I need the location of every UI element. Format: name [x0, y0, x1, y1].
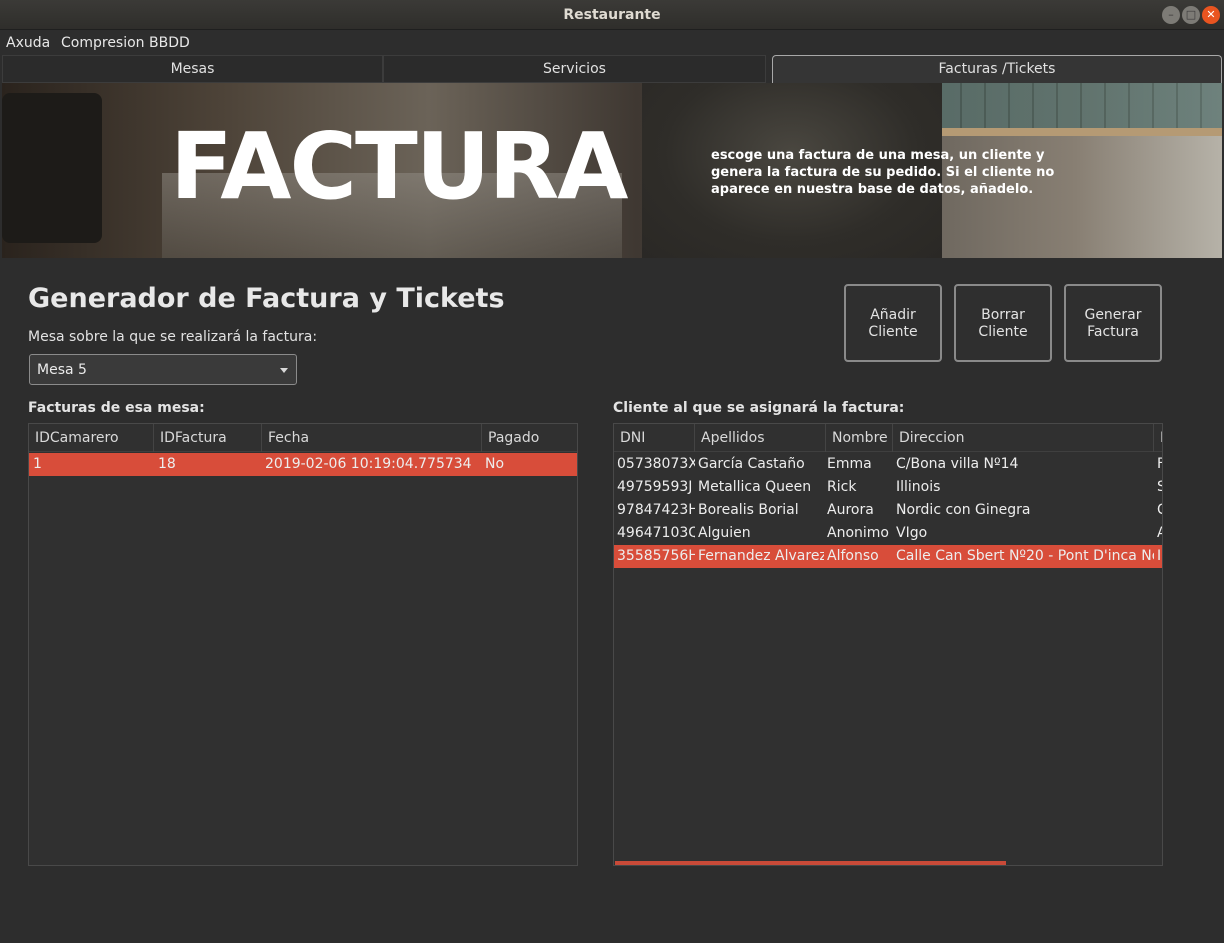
cell-apellidos: Borealis Borial	[698, 502, 799, 518]
facturas-label: Facturas de esa mesa:	[28, 400, 205, 416]
cell-idcamarero: 1	[33, 456, 42, 472]
chevron-down-icon	[280, 368, 288, 373]
column-header-fecha[interactable]: Fecha	[262, 424, 482, 452]
facturas-table[interactable]: IDCamarero IDFactura Fecha Pagado 1 18 2…	[28, 423, 578, 866]
column-header-pagado[interactable]: Pagado	[482, 424, 577, 452]
tab-bar: Mesas Servicios Facturas /Tickets	[0, 55, 1224, 83]
add-client-label-2: Cliente	[868, 324, 918, 340]
column-header-direccion[interactable]: Direccion	[893, 424, 1154, 452]
table-row[interactable]: 35585756H Fernandez Alvarez Alfonso Call…	[614, 545, 1162, 568]
cell-truncated: I	[1157, 548, 1162, 564]
facturas-table-header: IDCamarero IDFactura Fecha Pagado	[29, 424, 577, 452]
cell-idfactura: 18	[158, 456, 176, 472]
clientes-table[interactable]: DNI Apellidos Nombre Direccion I 0573807…	[613, 423, 1163, 866]
cell-dni: 49647103Q	[617, 525, 695, 541]
cell-nombre: Alfonso	[827, 548, 879, 564]
cell-fecha: 2019-02-06 10:19:04.775734	[265, 456, 472, 472]
table-row[interactable]: 49759593J Metallica Queen Rick Illinois …	[614, 476, 1162, 499]
tab-servicios[interactable]: Servicios	[383, 55, 766, 83]
mesa-select-value: Mesa 5	[37, 362, 87, 378]
cell-pagado: No	[485, 456, 505, 472]
page-title: Generador de Factura y Tickets	[28, 283, 505, 314]
cell-nombre: Anonimo	[827, 525, 889, 541]
cell-nombre: Emma	[827, 456, 872, 472]
banner-coffee-grinder	[2, 93, 102, 243]
title-bar: Restaurante – □ ✕	[0, 0, 1224, 30]
menu-bar: Axuda Compresion BBDD	[0, 30, 1224, 55]
tab-mesas[interactable]: Mesas	[2, 55, 383, 83]
cell-nombre: Rick	[827, 479, 857, 495]
cell-truncated: A	[1157, 522, 1162, 545]
mesa-label: Mesa sobre la que se realizará la factur…	[28, 329, 318, 345]
banner-title: FACTURA	[170, 113, 629, 220]
cell-direccion: VIgo	[896, 525, 928, 541]
delete-client-button[interactable]: Borrar Cliente	[954, 284, 1052, 362]
cell-truncated: C	[1157, 499, 1162, 522]
tab-facturas-tickets[interactable]: Facturas /Tickets	[772, 55, 1222, 83]
cell-dni: 35585756H	[617, 548, 695, 564]
table-row[interactable]: 97847423H Borealis Borial Aurora Nordic …	[614, 499, 1162, 522]
horizontal-scrollbar[interactable]	[615, 861, 1006, 865]
cell-apellidos: Alguien	[698, 525, 751, 541]
clientes-table-header: DNI Apellidos Nombre Direccion I	[614, 424, 1162, 452]
table-row[interactable]: 49647103Q Alguien Anonimo VIgo A	[614, 522, 1162, 545]
column-header-idcamarero[interactable]: IDCamarero	[29, 424, 154, 452]
column-header-idfactura[interactable]: IDFactura	[154, 424, 262, 452]
generate-invoice-label-1: Generar	[1084, 307, 1142, 323]
column-header-apellidos[interactable]: Apellidos	[695, 424, 826, 452]
generate-invoice-button[interactable]: Generar Factura	[1064, 284, 1162, 362]
column-header-nombre[interactable]: Nombre	[826, 424, 893, 452]
add-client-label-1: Añadir	[870, 307, 916, 323]
delete-client-label-1: Borrar	[981, 307, 1025, 323]
table-row[interactable]: 05738073X García Castaño Emma C/Bona vil…	[614, 453, 1162, 476]
cell-dni: 97847423H	[617, 502, 695, 518]
banner-description: escoge una factura de una mesa, un clien…	[711, 148, 1055, 197]
mesa-select[interactable]: Mesa 5	[29, 354, 297, 385]
banner-background-shelf	[932, 128, 1222, 136]
menu-axuda[interactable]: Axuda	[6, 35, 50, 51]
cell-apellidos: Metallica Queen	[698, 479, 812, 495]
close-icon[interactable]: ✕	[1202, 6, 1220, 24]
menu-compresion-bbdd[interactable]: Compresion BBDD	[61, 35, 190, 51]
cell-direccion: Nordic con Ginegra	[896, 502, 1031, 518]
add-client-button[interactable]: Añadir Cliente	[844, 284, 942, 362]
column-header-truncated[interactable]: I	[1154, 424, 1162, 452]
cell-dni: 05738073X	[617, 456, 695, 472]
generate-invoice-label-2: Factura	[1087, 324, 1139, 340]
cell-nombre: Aurora	[827, 502, 874, 518]
cell-dni: 49759593J	[617, 479, 693, 495]
header-banner: FACTURA escoge una factura de una mesa, …	[2, 83, 1222, 258]
maximize-icon[interactable]: □	[1182, 6, 1200, 24]
delete-client-label-2: Cliente	[978, 324, 1028, 340]
cell-direccion: C/Bona villa Nº14	[896, 456, 1019, 472]
cell-truncated: S	[1157, 476, 1162, 499]
cell-apellidos: García Castaño	[698, 456, 805, 472]
column-header-dni[interactable]: DNI	[614, 424, 695, 452]
clientes-label: Cliente al que se asignará la factura:	[613, 400, 905, 416]
cell-direccion: Illinois	[896, 479, 941, 495]
window-title: Restaurante	[563, 7, 661, 23]
cell-direccion: Calle Can Sbert Nº20 - Pont D'inca Nou	[896, 548, 1154, 564]
cell-apellidos: Fernandez Alvarez	[698, 548, 824, 564]
minimize-icon[interactable]: –	[1162, 6, 1180, 24]
table-row[interactable]: 1 18 2019-02-06 10:19:04.775734 No	[29, 453, 577, 476]
cell-truncated: F	[1157, 453, 1162, 476]
